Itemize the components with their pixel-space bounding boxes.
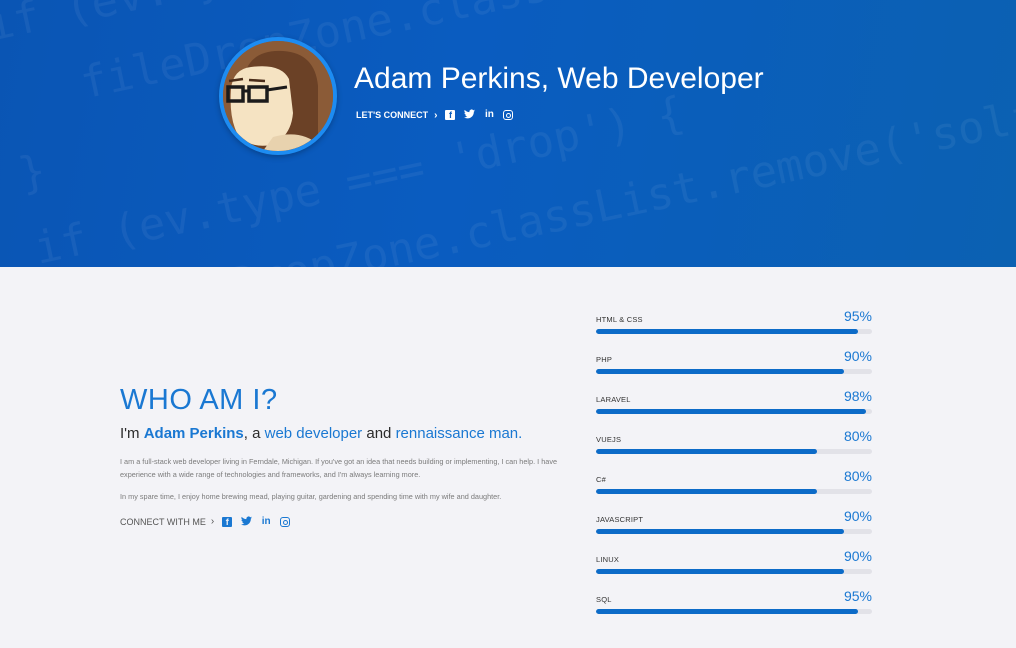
about-paragraph-2: In my spare time, I enjoy home brewing m… [120,492,502,501]
tagline-role-renaissance: rennaissance man. [395,425,523,442]
about-paragraph-1: I am a full-stack web developer living i… [120,457,558,479]
skill-name: LARAVEL [596,395,631,404]
skill-percent: 80% [843,428,872,444]
skill-percent: 90% [843,508,872,524]
chevron-right-icon: › [210,516,215,527]
skill-bar-fill [596,489,817,494]
skill-name: JAVASCRIPT [596,515,644,524]
skill-row: VUEJS 80% [596,428,872,468]
skill-percent: 90% [843,348,872,364]
instagram-icon[interactable] [503,110,514,120]
skill-percent: 90% [843,548,872,564]
avatar [219,37,337,155]
chevron-right-icon: › [434,109,438,121]
background-code-line: if (ev.type !== 'click') { [0,0,1016,64]
about-section: WHO AM I? I'm Adam Perkins, a web develo… [120,384,565,528]
linkedin-icon[interactable]: in [483,109,495,121]
page-title: Adam Perkins, Web Developer [354,62,764,95]
skill-name: PHP [596,355,613,364]
tagline-separator: and [362,425,396,442]
about-tagline: I'm Adam Perkins, a web developer and re… [120,425,565,442]
background-code-line: } [59,133,1016,267]
tagline-separator: , a [243,425,265,442]
skill-name: VUEJS [596,435,622,444]
skill-bar-fill [596,449,817,454]
skill-bar-track [596,489,872,494]
skill-row: C# 80% [596,468,872,508]
skill-bar-track [596,329,872,334]
instagram-icon[interactable] [280,516,291,527]
skill-bar-fill [596,409,867,414]
skill-row: HTML & CSS 95% [596,308,872,348]
skill-bar-track [596,529,872,534]
skill-bar-fill [596,369,845,374]
about-social-links: CONNECT WITH ME › f in [120,516,565,528]
skill-name: HTML & CSS [596,315,643,324]
skill-row: SQL 95% [596,588,872,628]
about-heading: WHO AM I? [120,384,278,416]
background-code-line: if (ev.type === 'drop') { [29,87,689,267]
skill-name: C# [596,475,606,484]
lets-connect-label: LET'S CONNECT [356,110,429,120]
background-code-line: } [14,144,51,201]
skill-percent: 95% [843,588,872,604]
skill-percent: 80% [843,468,872,484]
skill-bar-fill [596,529,845,534]
skill-bar-fill [596,569,845,574]
facebook-icon[interactable]: f [445,110,456,120]
skill-name: SQL [596,595,612,604]
skill-row: PHP 90% [596,348,872,388]
tagline-role-web-developer: web developer [264,425,363,442]
skill-bar-track [596,449,872,454]
skills-list: HTML & CSS 95% PHP 90% LARAVEL 98% VUEJS 80% C# 8… [596,308,872,628]
linkedin-icon[interactable]: in [260,516,272,528]
tagline-prefix: I'm [120,425,144,442]
skill-percent: 95% [843,308,872,324]
skill-row: LARAVEL 98% [596,388,872,428]
skill-bar-track [596,569,872,574]
facebook-icon[interactable]: f [222,516,233,527]
skill-bar-track [596,409,872,414]
skill-row: LINUX 90% [596,548,872,588]
skill-bar-fill [596,609,859,614]
twitter-icon[interactable] [240,515,252,528]
skill-bar-fill [596,329,859,334]
skill-bar-track [596,369,872,374]
skill-row: JAVASCRIPT 90% [596,508,872,548]
connect-with-me-label: CONNECT WITH ME [120,516,206,527]
twitter-icon[interactable] [463,109,475,121]
tagline-name: Adam Perkins [143,425,244,442]
hero-background-code: if (ev.type !== 'click') { fileDropZone.… [0,0,1016,267]
hero-banner: if (ev.type !== 'click') { fileDropZone.… [0,0,1016,267]
hero-social-links: LET'S CONNECT › f in [356,108,514,122]
skill-bar-track [596,609,872,614]
skill-percent: 98% [843,388,872,404]
skill-name: LINUX [596,555,620,564]
avatar-illustration [223,41,333,151]
